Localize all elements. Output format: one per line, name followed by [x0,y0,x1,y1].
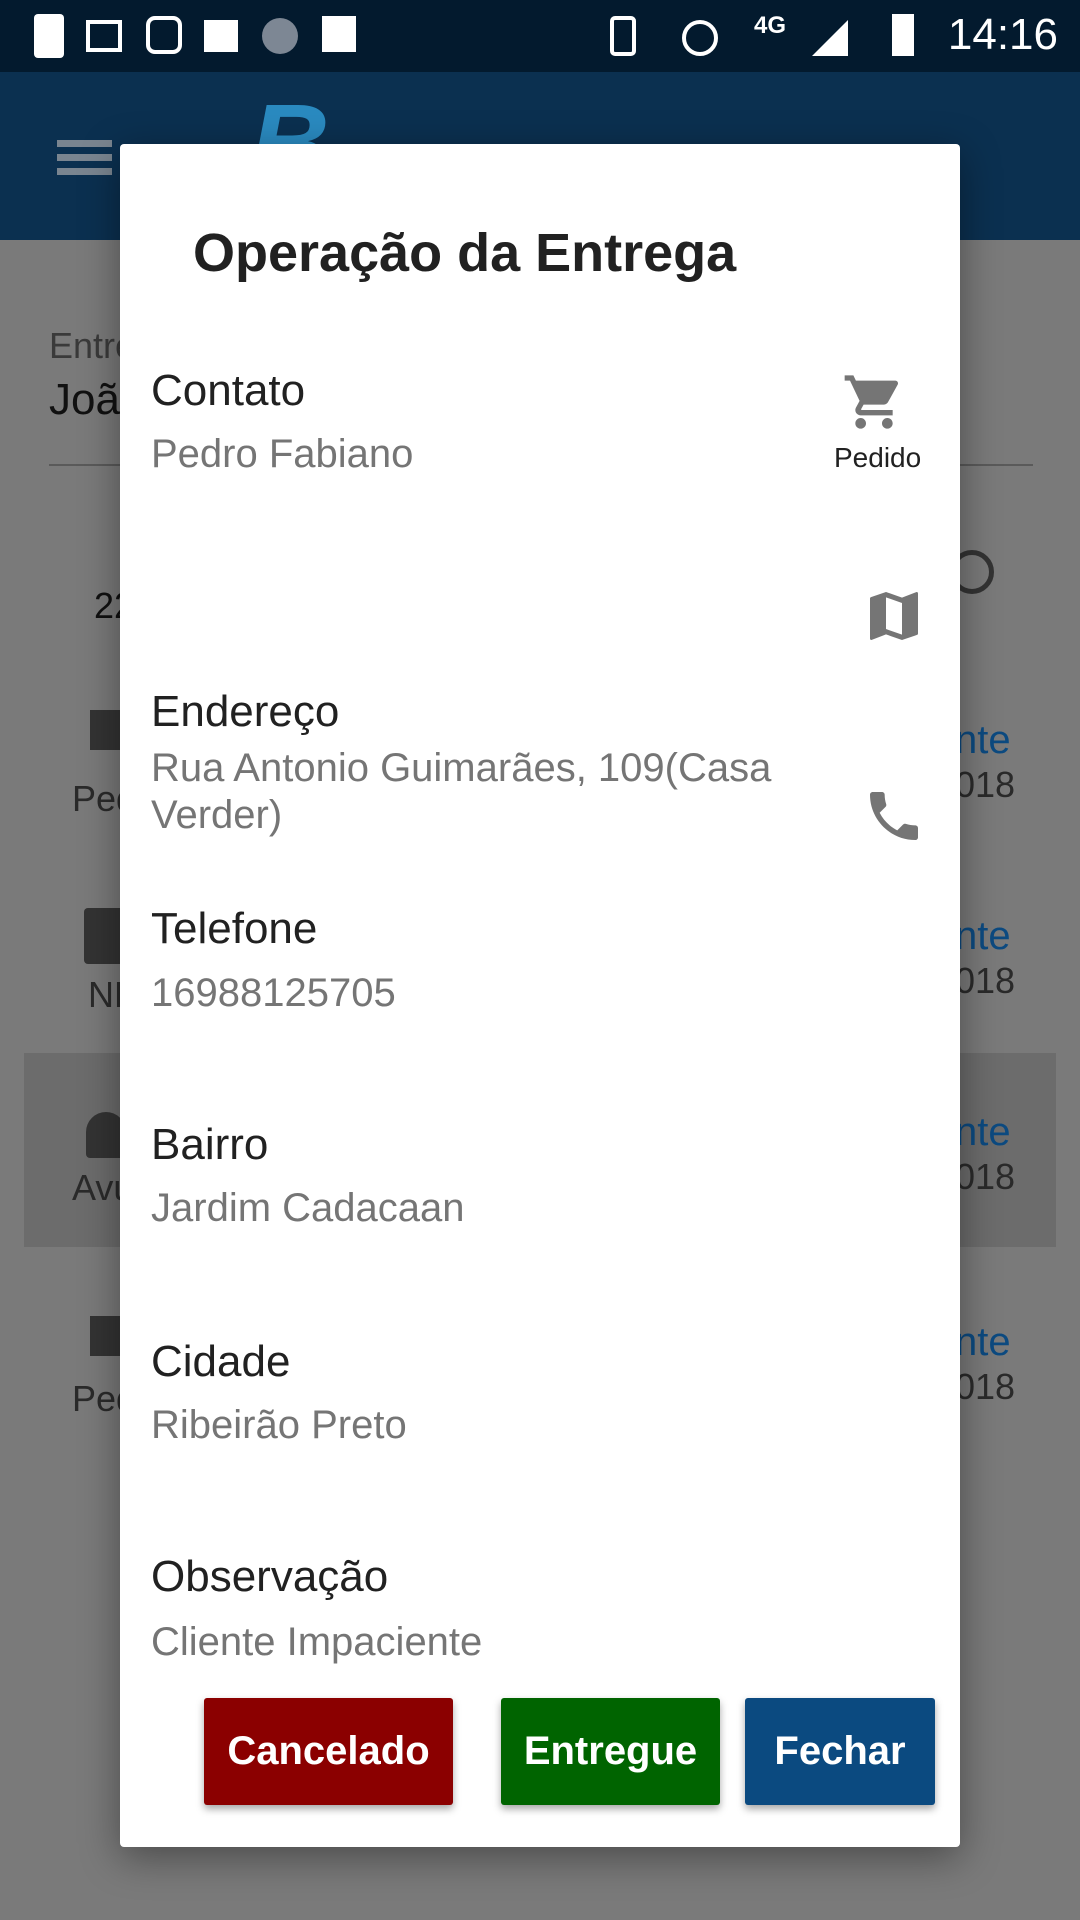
delivery-operation-dialog: Operação da Entrega Contato Pedro Fabian… [120,144,960,1847]
city-label: Cidade [151,1337,291,1386]
phone-value: 16988125705 [151,971,396,1015]
gallery-icon [204,20,238,52]
row-date: 018 [955,1366,1016,1407]
contact-label: Contato [151,366,306,415]
row-status: nte [955,718,1011,762]
address-label: Endereço [151,687,340,736]
network-type: 4G [754,12,787,39]
instagram-icon [146,16,182,54]
signal-icon [812,20,848,56]
address-value: Rua Antonio Guimarães, 109(Casa Verder) [151,746,772,837]
clock: 14:16 [947,10,1058,59]
row-status: nte [955,1320,1011,1364]
row-date: 018 [955,960,1016,1001]
cancelled-button[interactable]: Cancelado [204,1698,453,1805]
sync-icon [262,18,298,54]
contact-value: Pedro Fabiano [151,432,414,476]
row-date: 018 [955,1156,1016,1197]
menu-icon[interactable] [50,132,120,182]
city-value: Ribeirão Preto [151,1403,407,1447]
delivered-button[interactable]: Entregue [501,1698,720,1805]
notes-icon [34,14,64,58]
phone-label: Telefone [151,904,318,953]
vibrate-icon [610,16,636,56]
neighborhood-label: Bairro [151,1120,269,1169]
map-icon[interactable] [862,584,926,648]
battery-charging-icon [892,14,914,56]
observation-value: Cliente Impaciente [151,1620,483,1664]
bg-value: Joã [49,375,120,424]
neighborhood-value: Jardim Cadacaan [151,1186,465,1230]
phone-icon[interactable] [862,784,926,848]
close-button[interactable]: Fechar [745,1698,935,1805]
gmail-icon [86,20,122,52]
order-label[interactable]: Pedido [834,442,921,474]
dialog-title: Operação da Entrega [193,223,737,283]
cart-icon [844,375,899,429]
status-bar: 4G 14:16 [0,0,1080,72]
maps-go-icon [322,16,356,52]
row-status: nte [955,1110,1011,1154]
alarm-icon [682,20,718,56]
observation-label: Observação [151,1552,389,1601]
row-date: 018 [955,764,1016,805]
row-status: nte [955,914,1011,958]
document-icon [84,908,124,964]
